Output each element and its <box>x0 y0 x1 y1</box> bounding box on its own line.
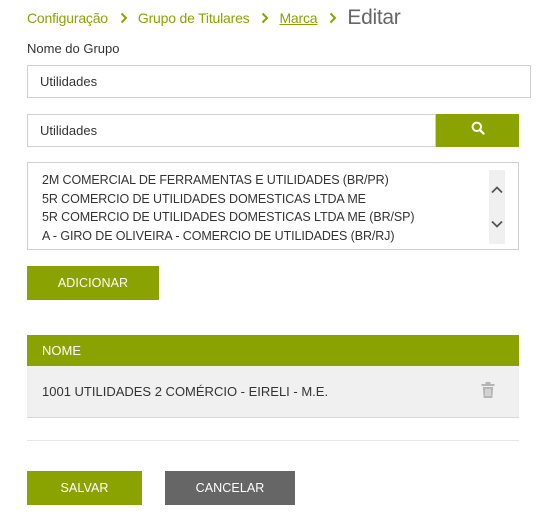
search-icon <box>471 121 485 140</box>
save-button[interactable]: SALVAR <box>27 471 142 505</box>
breadcrumb-item-marca[interactable]: Marca <box>279 10 317 26</box>
list-item[interactable]: 5R COMERCIO DE UTILIDADES DOMESTICAS LTD… <box>42 190 518 209</box>
breadcrumb-item-configuracao[interactable]: Configuração <box>27 10 108 26</box>
members-table: NOME 1001 UTILIDADES 2 COMÉRCIO - EIRELI… <box>27 335 519 418</box>
chevron-up-icon[interactable] <box>489 182 505 198</box>
chevron-right-icon <box>120 12 128 24</box>
page-title: Editar <box>347 6 401 29</box>
chevron-right-icon <box>261 12 269 24</box>
breadcrumb: Configuração Grupo de Titulares Marca Ed… <box>27 4 401 32</box>
table-row: 1001 UTILIDADES 2 COMÉRCIO - EIRELI - M.… <box>27 366 519 418</box>
divider <box>27 440 519 441</box>
chevron-down-icon[interactable] <box>489 216 505 232</box>
table-header-nome: NOME <box>27 335 519 366</box>
list-item[interactable]: A - GIRO DE OLIVEIRA - COMERCIO DE UTILI… <box>42 227 518 246</box>
list-item[interactable]: 2M COMERCIAL DE FERRAMENTAS E UTILIDADES… <box>42 171 518 190</box>
search-button[interactable] <box>436 114 519 147</box>
cancel-button[interactable]: CANCELAR <box>165 471 295 505</box>
chevron-right-icon <box>329 12 337 24</box>
breadcrumb-item-grupo-de-titulares[interactable]: Grupo de Titulares <box>138 10 250 26</box>
add-button[interactable]: ADICIONAR <box>27 266 159 300</box>
search-results-list[interactable]: 2M COMERCIAL DE FERRAMENTAS E UTILIDADES… <box>27 162 519 250</box>
table-cell-name: 1001 UTILIDADES 2 COMÉRCIO - EIRELI - M.… <box>42 384 329 399</box>
search-input[interactable] <box>27 114 436 147</box>
trash-icon[interactable] <box>481 382 495 398</box>
list-item[interactable]: 5R COMERCIO DE UTILIDADES DOMESTICAS LTD… <box>42 208 518 227</box>
group-name-label: Nome do Grupo <box>27 41 120 56</box>
group-name-input[interactable] <box>27 65 531 98</box>
scrollbar[interactable] <box>489 170 505 244</box>
